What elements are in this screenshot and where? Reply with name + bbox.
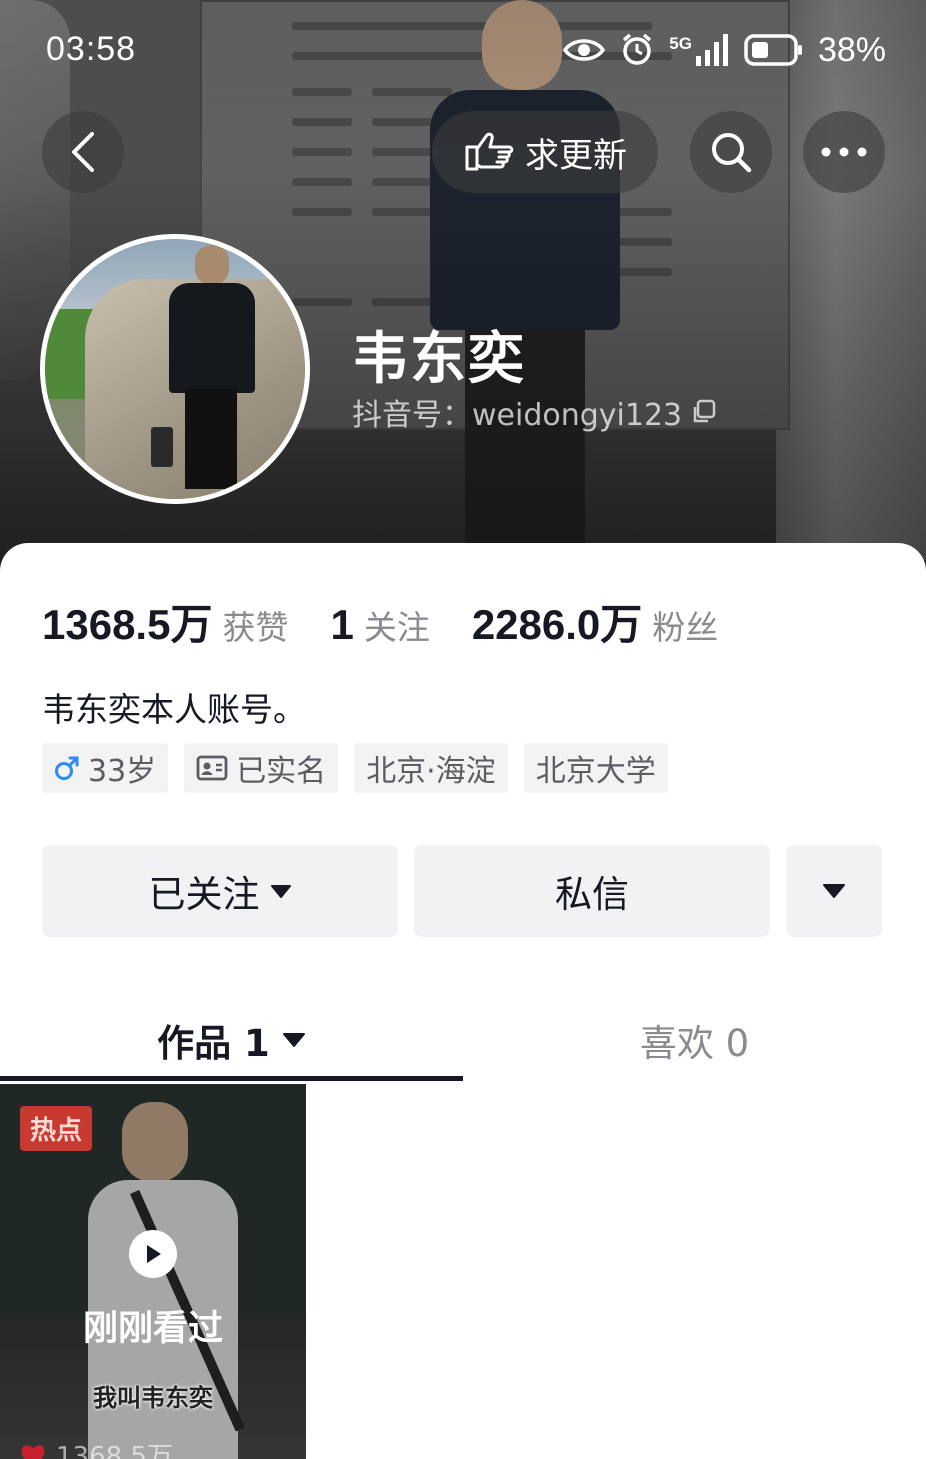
stat-label: 关注 [363,608,430,647]
stat-value: 2286.0万 [471,601,643,648]
video-card[interactable]: 热点 刚刚看过 我叫韦东奕 1368.5万 [0,1084,306,1459]
message-label: 私信 [555,873,629,916]
play-icon[interactable] [129,1230,177,1278]
male-icon [55,756,79,780]
profile-tags: 33岁 已实名 北京·海淀 北京大学 [42,743,668,793]
just-watched-label: 刚刚看过 [82,1309,223,1349]
tag-school[interactable]: 北京大学 [523,743,668,793]
douyin-id-row[interactable]: 抖音号：weidongyi123 [352,390,716,434]
action-buttons: 已关注 私信 [42,845,882,937]
copy-icon[interactable] [690,399,716,425]
signal-icon [695,34,728,66]
more-dropdown-button[interactable] [786,845,882,937]
tag-location-label: 北京·海淀 [366,754,496,789]
status-icons: 5G 38% [563,28,886,72]
tab-works-label: 作品 1 [157,1022,270,1065]
request-update-button[interactable]: 求更新 [432,111,658,193]
message-button[interactable]: 私信 [414,845,770,937]
avatar[interactable] [40,234,310,504]
tag-verified: 已实名 [184,743,339,793]
stat-label: 获赞 [222,608,289,647]
chevron-left-icon [72,132,94,172]
more-options-button[interactable] [803,111,885,193]
profile-nickname: 韦东奕 [352,327,526,392]
tab-works[interactable]: 作品 1 [0,998,463,1082]
battery-percent: 38% [817,30,886,69]
tag-verified-label: 已实名 [236,754,327,789]
alarm-icon [623,33,652,65]
followed-button[interactable]: 已关注 [42,845,398,937]
pointing-hand-icon [465,132,514,171]
tag-age: 33岁 [42,743,169,793]
status-time: 03:58 [46,30,137,68]
video-caption: 我叫韦东奕 [93,1384,213,1412]
request-update-label: 求更新 [525,135,627,176]
active-tab-underline [0,1076,463,1081]
tag-school-label: 北京大学 [535,754,656,789]
stat-likes[interactable]: 1368.5万 获赞 [42,591,288,652]
status-bar: 03:58 5G 38% [0,0,926,100]
content-tabs: 作品 1 喜欢 0 [0,998,926,1082]
caret-down-icon [270,885,291,898]
caret-down-icon [823,884,845,898]
followed-label: 已关注 [148,873,260,916]
stat-value: 1368.5万 [42,601,213,648]
search-icon [712,133,752,173]
tab-likes[interactable]: 喜欢 0 [463,998,926,1082]
stat-followers[interactable]: 2286.0万 粉丝 [472,591,718,652]
douyin-id-text: 抖音号：weidongyi123 [352,398,683,433]
eye-icon [563,39,606,61]
back-button[interactable] [42,111,124,193]
profile-sheet: 1368.5万 获赞 1 关注 2286.0万 粉丝 韦东奕本人账号。 33岁 [0,543,926,1459]
tab-likes-label: 喜欢 0 [639,1022,750,1065]
stat-label: 粉丝 [652,608,719,647]
heart-icon [21,1444,45,1459]
id-card-icon [196,755,228,781]
search-button[interactable] [690,111,772,193]
tag-age-label: 33岁 [88,754,157,789]
video-likes-count: 1368.5万 [56,1442,173,1459]
network-label: 5G [669,34,730,66]
hot-badge: 热点 [20,1106,93,1151]
video-likes: 1368.5万 [18,1436,173,1459]
profile-bio: 韦东奕本人账号。 [42,690,306,729]
stat-following[interactable]: 1 关注 [330,601,429,649]
stat-value: 1 [330,601,354,648]
stats-row: 1368.5万 获赞 1 关注 2286.0万 粉丝 [42,591,760,652]
caret-down-icon [282,1033,305,1047]
battery-icon [744,34,802,66]
tag-location: 北京·海淀 [354,743,508,793]
more-dots-icon [821,147,867,157]
